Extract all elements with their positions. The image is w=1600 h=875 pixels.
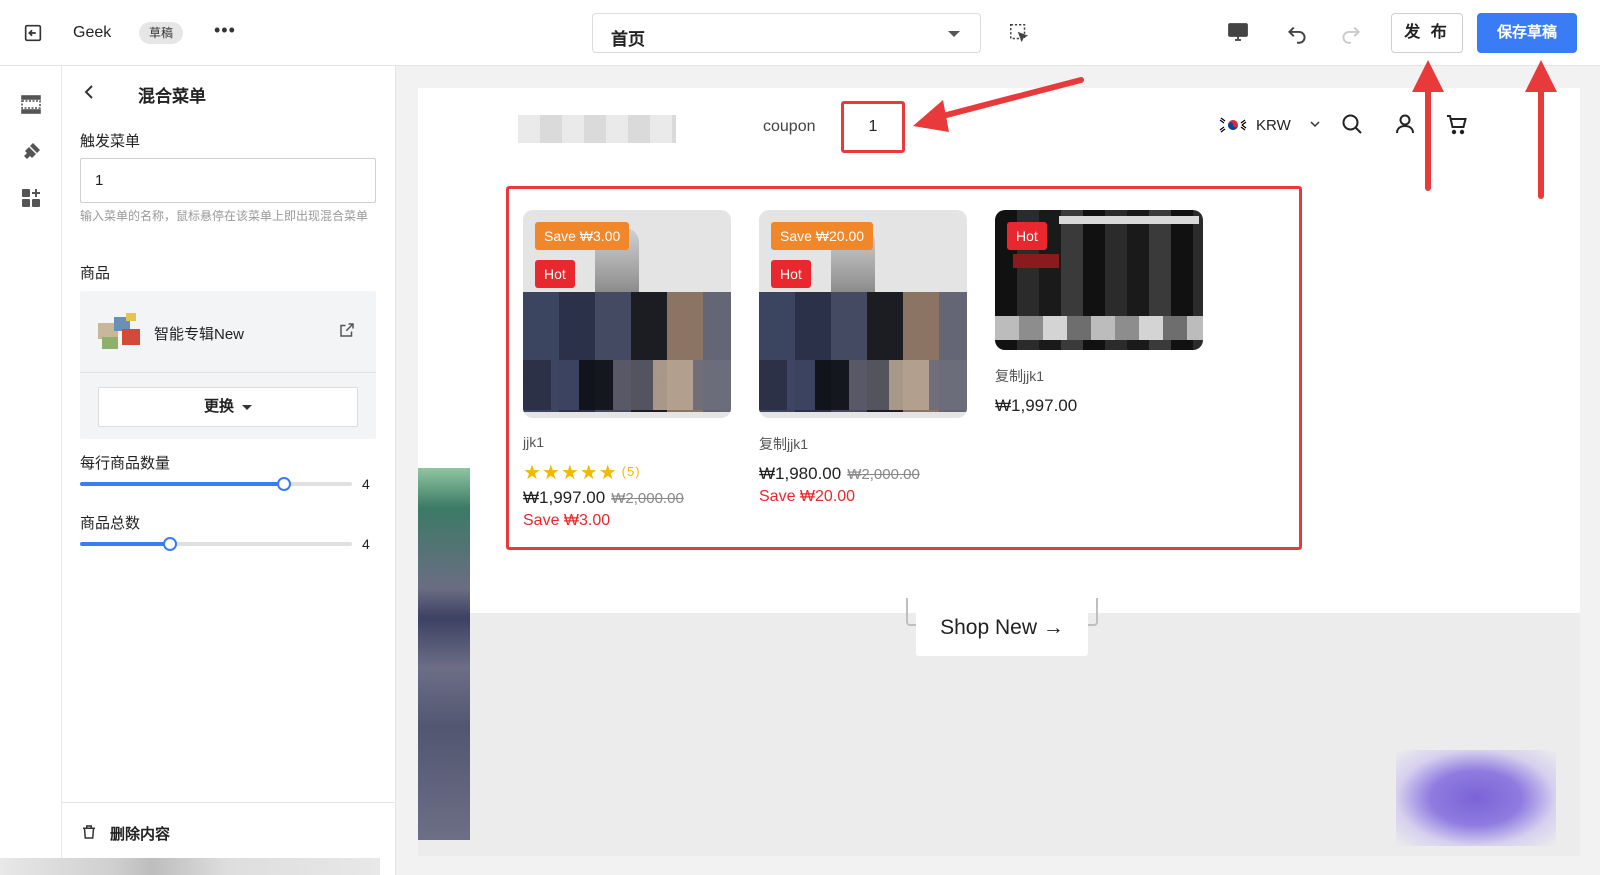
more-options-button[interactable]: ••• [214, 20, 236, 41]
back-arrow-icon[interactable] [82, 84, 96, 100]
blurred-region [0, 858, 380, 875]
chevron-down-icon [1310, 121, 1320, 128]
theme-brush-icon[interactable] [19, 140, 43, 164]
replace-product-button[interactable]: 更换 [98, 387, 358, 427]
per-row-value: 4 [362, 476, 370, 492]
store-logo [518, 115, 676, 143]
product-image: Hot [995, 210, 1203, 350]
total-products-value: 4 [362, 536, 370, 552]
nav-menu-trigger-highlight[interactable]: 1 [841, 101, 905, 153]
page-selector-value: 首页 [611, 30, 645, 49]
total-slider-fill [80, 542, 170, 546]
sale-price: ₩1,980.00 [759, 464, 842, 483]
undo-icon[interactable] [1284, 20, 1310, 46]
chevron-down-icon [948, 31, 960, 37]
product-selection-card: 智能专辑New 更换 [80, 291, 376, 439]
sale-price: ₩1,997.00 [523, 488, 606, 507]
product-name: 复制jjk1 [759, 436, 809, 452]
hot-badge: Hot [771, 260, 811, 288]
star-icons: ★★★★★ [523, 462, 618, 484]
product-card[interactable]: Hot 复制jjk1 ₩1,997.00 [995, 210, 1203, 416]
pixelated-side-image [418, 468, 470, 840]
product-label: 商品 [80, 265, 111, 282]
element-select-icon[interactable] [1008, 22, 1030, 44]
original-price: ₩2,000.00 [611, 490, 684, 507]
publish-button[interactable]: 发 布 [1391, 13, 1463, 53]
selected-product-row: 智能专辑New [80, 291, 376, 373]
save-badge: Save ₩20.00 [771, 222, 874, 250]
price-row: ₩1,997.00 ₩2,000.00 [523, 488, 731, 508]
sale-price: ₩1,997.00 [995, 396, 1078, 415]
nav-menu-coupon[interactable]: coupon [763, 118, 816, 136]
selected-product-name: 智能专辑New [154, 326, 245, 343]
product-card[interactable]: Save ₩20.00 Hot 复制jjk1 ₩1,980.00 ₩2,000.0… [759, 210, 967, 506]
total-products-slider[interactable] [80, 537, 352, 551]
price-row: ₩1,980.00 ₩2,000.00 [759, 464, 967, 484]
save-badge: Save ₩3.00 [535, 222, 630, 250]
exit-editor-icon[interactable] [22, 22, 44, 44]
page-preview-canvas: coupon 1 KRW Save ₩3.00 Hot jjk1 ★★★★★ (5… [418, 88, 1580, 856]
hot-badge: Hot [535, 260, 575, 288]
price-row: ₩1,997.00 [995, 396, 1203, 416]
site-name: Geek [73, 24, 112, 41]
rating-stars: ★★★★★ (5) [523, 460, 731, 484]
per-row-slider[interactable] [80, 477, 352, 491]
draft-status-badge: 草稿 [139, 22, 184, 44]
product-image: Save ₩3.00 Hot [523, 210, 731, 418]
annotation-arrow-to-publish [1412, 60, 1444, 191]
blurred-chat-widget [1396, 750, 1556, 846]
page-selector[interactable]: 首页 [592, 13, 981, 53]
product-name: 复制jjk1 [995, 368, 1045, 384]
annotation-arrow-to-save [1525, 60, 1557, 199]
product-image: Save ₩20.00 Hot [759, 210, 967, 418]
product-name: jjk1 [523, 434, 545, 450]
external-link-icon[interactable] [338, 321, 356, 339]
settings-panel: 混合菜单 触发菜单 1 输入菜单的名称，鼠标悬停在该菜单上即出现混合菜单 商品 … [62, 66, 396, 875]
total-products-label: 商品总数 [80, 515, 141, 532]
product-image-pixelated [759, 360, 967, 410]
redo-icon[interactable] [1338, 20, 1364, 46]
original-price: ₩2,000.00 [847, 466, 920, 483]
product-card[interactable]: Save ₩3.00 Hot jjk1 ★★★★★ (5) ₩1,997.00 ₩2… [523, 210, 731, 530]
left-tool-rail [0, 66, 62, 875]
product-thumbnail [98, 313, 140, 349]
rating-count: (5) [621, 464, 641, 479]
per-row-slider-fill [80, 482, 284, 486]
caret-down-icon [242, 404, 252, 410]
top-bar: Geek 草稿 ••• 首页 发 布 保存草稿 [0, 0, 1600, 66]
panel-title: 混合菜单 [138, 87, 206, 106]
trigger-menu-label: 触发菜单 [80, 133, 141, 150]
korea-flag-icon [1218, 114, 1248, 136]
product-image-pixelated [995, 316, 1203, 340]
desktop-view-icon[interactable] [1226, 20, 1250, 44]
sections-icon[interactable] [19, 92, 43, 116]
total-slider-handle[interactable] [162, 537, 177, 551]
apps-add-icon[interactable] [19, 186, 43, 210]
replace-label: 更换 [203, 398, 234, 415]
product-image-pixelated [1013, 254, 1059, 268]
cart-icon[interactable] [1445, 112, 1469, 136]
save-amount: Save ₩20.00 [759, 488, 856, 505]
annotation-arrow-to-menu [913, 77, 1084, 132]
trigger-menu-input[interactable]: 1 [80, 158, 376, 203]
hot-badge: Hot [1007, 222, 1047, 250]
delete-content-label: 删除内容 [110, 826, 171, 843]
shop-new-button[interactable]: Shop New → [916, 600, 1088, 656]
currency-code: KRW [1256, 117, 1291, 134]
product-image-pixelated [1059, 216, 1199, 224]
search-icon[interactable] [1340, 112, 1364, 136]
save-draft-button[interactable]: 保存草稿 [1477, 13, 1577, 53]
per-row-slider-handle[interactable] [277, 477, 291, 491]
trash-icon [83, 825, 95, 839]
save-amount: Save ₩3.00 [523, 512, 611, 529]
nav-menu-trigger: 1 [868, 118, 878, 135]
product-image-pixelated [523, 360, 731, 410]
trigger-menu-hint: 输入菜单的名称，鼠标悬停在该菜单上即出现混合菜单 [80, 209, 369, 223]
per-row-label: 每行商品数量 [80, 455, 171, 472]
